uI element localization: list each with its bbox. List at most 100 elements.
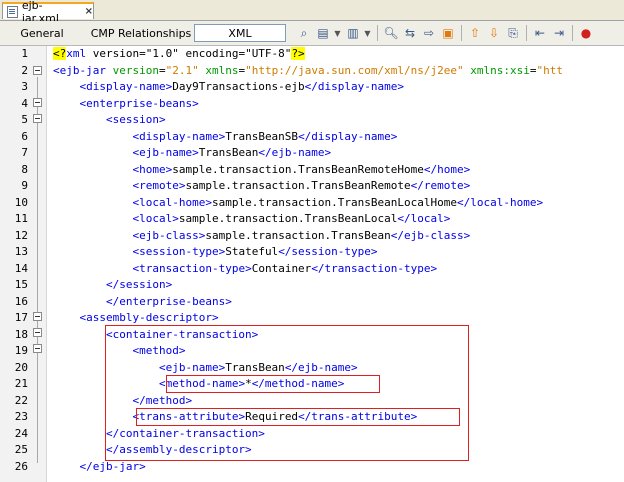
- code-line: <home>sample.transaction.TransBeanRemote…: [53, 162, 470, 178]
- tab-cmp-relationships[interactable]: CMP Relationships: [88, 24, 194, 42]
- line-number: 8: [21, 162, 28, 176]
- fold-guide: [37, 77, 38, 463]
- code-token-txt: sample.transaction.TransBean: [205, 228, 391, 242]
- xml-file-icon: [7, 5, 18, 18]
- code-token-pi: <?: [53, 47, 67, 60]
- code-token-txt: Stateful: [225, 245, 279, 258]
- line-number: 13: [14, 245, 28, 258]
- fold-toggle-icon[interactable]: [33, 312, 42, 321]
- shift-right-icon[interactable]: ⇥: [551, 25, 567, 41]
- code-token-txt: Day9Transactions-ejb: [172, 80, 305, 93]
- code-line: <transaction-type>Container</transaction…: [53, 261, 437, 277]
- code-token-txt: sample.transaction.TransBeanRemoteHome: [172, 162, 424, 176]
- line-number: 17: [14, 311, 28, 324]
- code-token-tag: <display-name>: [132, 129, 226, 143]
- code-token-tag: </session-type>: [278, 245, 378, 258]
- line-number: 1: [21, 47, 28, 60]
- next-bookmark-icon[interactable]: ⇩: [486, 25, 502, 41]
- forward-icon[interactable]: ▥: [345, 25, 361, 41]
- line-number: 21: [14, 377, 28, 390]
- line-number: 15: [14, 278, 28, 291]
- code-token-tag: <ejb-name>: [132, 146, 199, 159]
- back-dropdown-icon[interactable]: ▼: [334, 25, 341, 41]
- code-token-txt: sample.transaction.TransBeanLocal: [178, 212, 398, 225]
- code-token-tag: </ejb-jar>: [79, 459, 146, 473]
- line-number: 6: [21, 129, 28, 143]
- fold-toggle-icon[interactable]: [33, 328, 42, 337]
- code-token-eq: =: [158, 63, 166, 77]
- find-next-icon[interactable]: ⇨: [421, 25, 437, 41]
- code-token-tag: </display-name>: [298, 129, 398, 143]
- line-number: 10: [14, 195, 28, 209]
- highlight-box-assembly: [105, 325, 469, 461]
- code-line: </enterprise-beans>: [53, 294, 232, 310]
- code-token-tag: <session>: [105, 113, 166, 126]
- code-line: <?xml version="1.0" encoding="UTF-8"?>: [53, 46, 305, 62]
- code-token-txt: version="1.0" encoding="UTF-8": [86, 47, 292, 60]
- line-number: 11: [14, 212, 28, 225]
- fold-toggle-icon[interactable]: [33, 66, 42, 75]
- find-icon[interactable]: ⌕: [296, 25, 312, 41]
- tab-xml[interactable]: XML: [194, 24, 286, 42]
- fold-toggle-icon[interactable]: [33, 344, 42, 353]
- fold-toggle-icon[interactable]: [33, 114, 42, 123]
- forward-dropdown-icon[interactable]: ▼: [364, 25, 371, 41]
- toggle-highlight-icon[interactable]: ▣: [440, 25, 456, 41]
- file-tab[interactable]: ejb-jar.xml ×: [2, 0, 94, 25]
- line-number: 16: [14, 294, 28, 308]
- replace-icon[interactable]: ⇆: [402, 25, 418, 41]
- code-token-tag: <ejb-class>: [132, 228, 206, 242]
- toolbar-separator: [461, 25, 462, 41]
- code-token-tag: <local>: [132, 212, 179, 225]
- toolbar-separator: [572, 25, 573, 41]
- code-token-val: "htt: [536, 63, 564, 77]
- code-token-txt: TransBean: [198, 146, 259, 159]
- code-line: <session>: [53, 112, 166, 128]
- back-icon[interactable]: ▤: [315, 25, 331, 41]
- prev-bookmark-icon[interactable]: ⇧: [467, 25, 483, 41]
- line-number: 3: [21, 80, 28, 93]
- search-icon[interactable]: 🔍︎: [383, 25, 399, 41]
- code-token-attr: version: [105, 63, 159, 77]
- code-token-tag: <assembly-descriptor>: [79, 311, 219, 324]
- code-token-tag: </ejb-class>: [390, 228, 471, 242]
- line-number: 18: [14, 327, 28, 341]
- highlight-box-trans-attribute: [136, 408, 460, 426]
- shift-left-icon[interactable]: ⇤: [532, 25, 548, 41]
- tab-general[interactable]: General: [14, 24, 70, 42]
- code-line: <local-home>sample.transaction.TransBean…: [53, 195, 543, 211]
- code-line: <assembly-descriptor>: [53, 310, 219, 326]
- code-token-txt: sample.transaction.TransBeanLocalHome: [211, 195, 458, 209]
- fold-toggle-icon[interactable]: [33, 98, 42, 107]
- code-line: <remote>sample.transaction.TransBeanRemo…: [53, 178, 470, 194]
- line-number: 22: [14, 393, 28, 407]
- code-token-txt: Container: [251, 261, 312, 275]
- code-token-val: "http://java.sun.com/xml/ns/j2ee": [245, 63, 464, 77]
- code-line: <display-name>Day9Transactions-ejb</disp…: [53, 79, 405, 95]
- code-token-tag: <home>: [132, 162, 173, 176]
- code-token-tag: </local-home>: [457, 195, 544, 209]
- line-number: 4: [21, 96, 28, 110]
- code-token-val: "2.1": [165, 63, 199, 77]
- code-line: <ejb-jar version="2.1" xmlns="http://jav…: [53, 63, 563, 79]
- line-number: 5: [21, 113, 28, 126]
- record-macro-icon[interactable]: ●: [578, 25, 594, 41]
- close-icon[interactable]: ×: [85, 6, 93, 17]
- code-token-tag: </home>: [423, 162, 471, 176]
- code-token-tag: <local-home>: [132, 195, 212, 209]
- toggle-bookmark-icon[interactable]: ⎘: [505, 25, 521, 41]
- code-line: <session-type>Stateful</session-type>: [53, 244, 378, 260]
- code-token-tag: </local>: [397, 212, 451, 225]
- code-line: <enterprise-beans>: [53, 96, 199, 112]
